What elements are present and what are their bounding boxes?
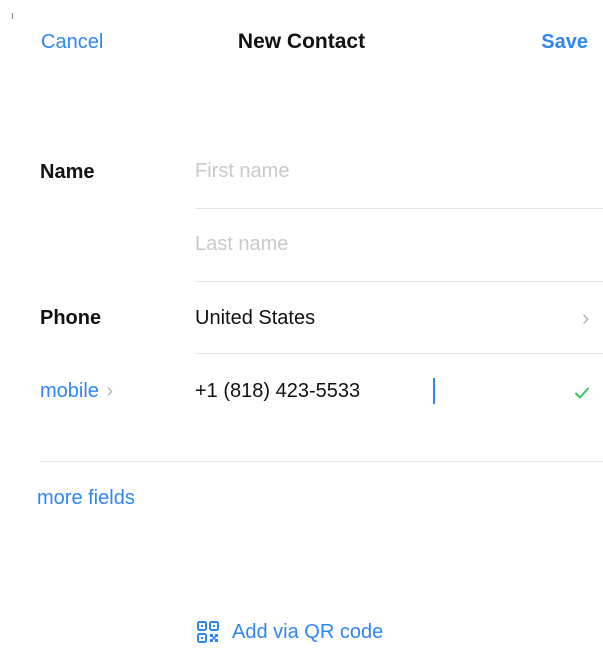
separator	[195, 281, 603, 282]
save-button[interactable]: Save	[541, 31, 588, 54]
country-value: United States	[195, 307, 316, 329]
text-cursor	[433, 378, 435, 404]
phone-label: Phone	[40, 307, 102, 329]
qr-code-icon	[197, 621, 219, 643]
name-label: Name	[40, 161, 95, 183]
phone-number-field[interactable]: +1 (818) 423-5533	[195, 380, 360, 403]
phone-number-value: +1 (818) 423-5533	[195, 380, 361, 402]
separator	[195, 208, 603, 209]
status-mark	[12, 13, 13, 19]
chevron-right-icon: ›	[106, 380, 114, 402]
qr-label: Add via QR code	[232, 620, 384, 643]
last-name-input[interactable]	[195, 233, 575, 256]
phone-type-label: mobile	[40, 380, 99, 402]
checkmark-icon	[575, 387, 589, 399]
page-title: New Contact	[237, 30, 366, 53]
first-name-input[interactable]	[195, 160, 575, 183]
add-via-qr-button[interactable]: Add via QR code	[196, 620, 383, 644]
phone-type-selector[interactable]: mobile ›	[40, 380, 113, 403]
more-fields-button[interactable]: more fields	[37, 487, 135, 510]
separator	[40, 461, 603, 462]
country-selector[interactable]: United States	[195, 307, 315, 330]
separator	[195, 353, 603, 354]
chevron-right-icon[interactable]: ›	[582, 305, 589, 331]
